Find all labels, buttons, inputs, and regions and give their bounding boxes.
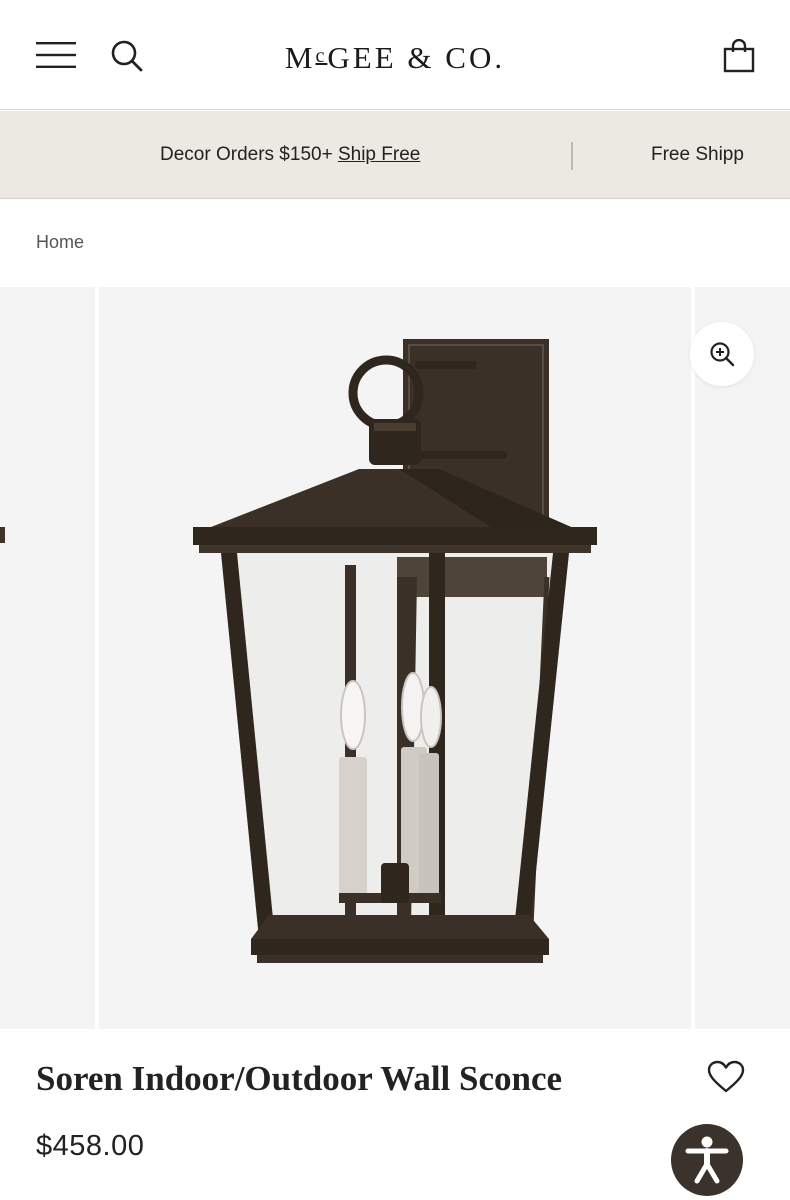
menu-button[interactable] [30, 33, 82, 77]
promo-message-text: Decor Orders $150+ [160, 144, 338, 165]
gallery-slide-next[interactable] [695, 287, 790, 1029]
wall-sconce-lantern-image [193, 339, 597, 963]
breadcrumb-home[interactable]: Home [36, 232, 84, 253]
hamburger-menu-icon [36, 42, 76, 68]
promo-banner: Decor Orders $150+ Ship Free Free Shipp [0, 111, 790, 199]
search-icon [111, 40, 143, 72]
heart-icon [707, 1060, 745, 1093]
zoom-button[interactable] [690, 322, 754, 386]
accessibility-button[interactable] [671, 1124, 743, 1196]
accessibility-icon [685, 1136, 729, 1184]
shopping-bag-icon [723, 39, 755, 73]
product-price: $458.00 [36, 1130, 145, 1162]
search-button[interactable] [104, 33, 150, 79]
promo-divider [571, 142, 573, 170]
product-gallery[interactable] [0, 287, 790, 1029]
zoom-in-icon [710, 342, 735, 367]
product-title: Soren Indoor/Outdoor Wall Sconce [36, 1059, 563, 1098]
gallery-slide-previous[interactable] [0, 287, 95, 1029]
brand-logo[interactable]: McGEE & CO. [230, 36, 560, 76]
previous-slide-peek [0, 527, 5, 543]
cart-button[interactable] [716, 33, 762, 79]
promo-message: Decor Orders $150+ Ship Free [160, 111, 420, 198]
promo-message-next: Free Shipp [651, 144, 744, 165]
wishlist-button[interactable] [704, 1056, 748, 1098]
ship-free-link[interactable]: Ship Free [338, 144, 420, 165]
gallery-slide-current[interactable] [99, 287, 691, 1029]
site-header: McGEE & CO. [0, 0, 790, 110]
